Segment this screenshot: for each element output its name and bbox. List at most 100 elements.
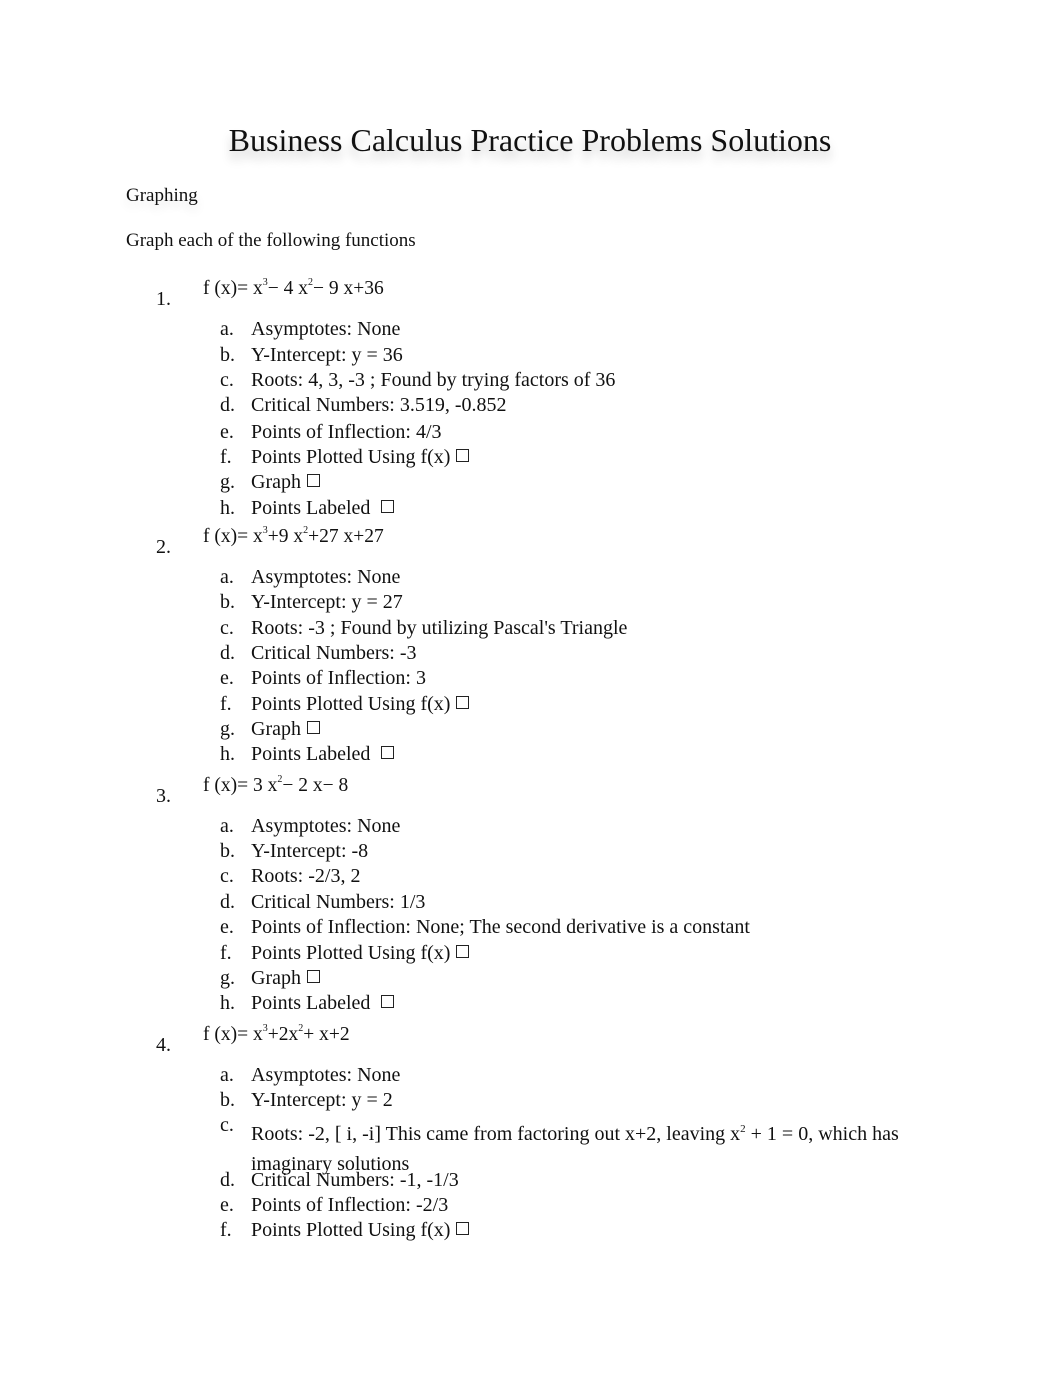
item-text-content: Points Labeled bbox=[251, 992, 376, 1014]
item-text-content: Asymptotes: None bbox=[251, 318, 401, 340]
item-text-content: Y-Intercept: -8 bbox=[251, 840, 369, 862]
item-text: Asymptotes: None bbox=[251, 1064, 400, 1087]
item-text-content: Points Labeled bbox=[251, 743, 376, 765]
item-label: a. bbox=[220, 815, 234, 837]
item-label: h. bbox=[220, 743, 235, 765]
item-text-content: Points Plotted Using f(x) bbox=[251, 446, 451, 468]
checkbox-icon[interactable] bbox=[456, 449, 470, 462]
item-label: c. bbox=[220, 1114, 234, 1136]
item-text: Points Labeled bbox=[251, 743, 395, 766]
item-text-content: Points Labeled bbox=[251, 497, 376, 519]
item-text-content: Asymptotes: None bbox=[251, 1064, 401, 1086]
item-text-content: Points Plotted Using f(x) bbox=[251, 942, 451, 964]
checkbox-icon[interactable] bbox=[381, 500, 395, 513]
formula-part: +2x bbox=[267, 1024, 299, 1045]
item-text-content: Critical Numbers: 1/3 bbox=[251, 891, 426, 913]
item-label: b. bbox=[220, 840, 235, 862]
checkbox-icon[interactable] bbox=[306, 721, 320, 734]
problem-number: 1. bbox=[156, 288, 171, 310]
item-text: Graph bbox=[251, 967, 320, 990]
checkbox-icon[interactable] bbox=[381, 995, 395, 1008]
item-text: Points Plotted Using f(x) bbox=[251, 693, 470, 716]
checkbox-icon[interactable] bbox=[381, 746, 395, 759]
item-text-content: Points of Inflection: -2/3 bbox=[251, 1194, 449, 1216]
item-text: Asymptotes: None bbox=[251, 815, 400, 838]
item-label: h. bbox=[220, 497, 235, 519]
item-label: a. bbox=[220, 1064, 234, 1086]
item-text-content: Points of Inflection: None; The second d… bbox=[251, 916, 750, 938]
item-label: f. bbox=[220, 1219, 232, 1241]
item-label: f. bbox=[220, 942, 232, 964]
item-label: g. bbox=[220, 471, 235, 493]
item-text-content: Asymptotes: None bbox=[251, 815, 401, 837]
item-text-content: Roots: 4, 3, -3 ; Found by trying factor… bbox=[251, 369, 616, 391]
function-formula: f (x)= 3 x2− 2 x− 8 bbox=[203, 774, 348, 797]
function-formula: f (x)= x3+2x2+ x+2 bbox=[203, 1023, 350, 1046]
item-text: Graph bbox=[251, 471, 320, 494]
item-text: Asymptotes: None bbox=[251, 566, 400, 589]
item-label: d. bbox=[220, 394, 235, 416]
function-formula: f (x)= x3+9 x2+27 x+27 bbox=[203, 525, 384, 548]
item-text-content: Graph bbox=[251, 967, 301, 989]
item-text-content: Points Plotted Using f(x) bbox=[251, 1219, 451, 1241]
item-text: Y-Intercept: -8 bbox=[251, 840, 368, 863]
item-text: Points Plotted Using f(x) bbox=[251, 942, 470, 965]
item-label: e. bbox=[220, 667, 234, 689]
checkbox-icon[interactable] bbox=[306, 970, 320, 983]
formula-part: − 9 x+36 bbox=[312, 278, 384, 299]
formula-part: f (x)= x bbox=[203, 1024, 263, 1045]
item-text: Asymptotes: None bbox=[251, 318, 400, 341]
item-text: Points of Inflection: 3 bbox=[251, 667, 426, 690]
item-label: e. bbox=[220, 916, 234, 938]
item-text-part: Roots: -2, [ i, -i] This came from facto… bbox=[251, 1123, 741, 1145]
item-text: Points of Inflection: None; The second d… bbox=[251, 916, 750, 939]
item-text-content: Graph bbox=[251, 718, 301, 740]
item-text: Y-Intercept: y = 36 bbox=[251, 344, 403, 367]
item-label: f. bbox=[220, 693, 232, 715]
item-text: Points Labeled bbox=[251, 992, 395, 1015]
item-text-content: Graph bbox=[251, 471, 301, 493]
checkbox-icon[interactable] bbox=[456, 696, 470, 709]
item-label: c. bbox=[220, 369, 234, 391]
item-text: Y-Intercept: y = 27 bbox=[251, 591, 403, 614]
checkbox-icon[interactable] bbox=[456, 945, 470, 958]
item-text-content: Y-Intercept: y = 36 bbox=[251, 344, 403, 366]
item-text: Graph bbox=[251, 718, 320, 741]
formula-part: f (x)= x bbox=[203, 278, 263, 299]
item-text-content: Asymptotes: None bbox=[251, 566, 401, 588]
item-text: Points of Inflection: -2/3 bbox=[251, 1194, 448, 1217]
item-text: Critical Numbers: 1/3 bbox=[251, 891, 425, 914]
item-text-content: Roots: -2/3, 2 bbox=[251, 865, 361, 887]
formula-part: f (x)= x bbox=[203, 526, 263, 547]
item-label: d. bbox=[220, 891, 235, 913]
formula-part: +27 x+27 bbox=[308, 526, 384, 547]
item-label: g. bbox=[220, 718, 235, 740]
checkbox-icon[interactable] bbox=[306, 474, 320, 487]
formula-part: f (x)= 3 x bbox=[203, 775, 278, 796]
function-formula: f (x)= x3− 4 x2− 9 x+36 bbox=[203, 277, 384, 300]
item-text-content: Points Plotted Using f(x) bbox=[251, 693, 451, 715]
item-text-content: Critical Numbers: 3.519, -0.852 bbox=[251, 394, 507, 416]
item-text-content: Roots: -3 ; Found by utilizing Pascal's … bbox=[251, 617, 628, 639]
item-label: f. bbox=[220, 446, 232, 468]
item-text-content: Points of Inflection: 3 bbox=[251, 667, 426, 689]
item-label: c. bbox=[220, 865, 234, 887]
instructions: Graph each of the following functions bbox=[126, 230, 416, 251]
formula-part: + x+2 bbox=[303, 1024, 350, 1045]
checkbox-icon[interactable] bbox=[456, 1222, 470, 1235]
problem-number: 3. bbox=[156, 785, 171, 807]
formula-part: − 2 x− 8 bbox=[282, 775, 349, 796]
item-label: b. bbox=[220, 344, 235, 366]
item-text: Points Plotted Using f(x) bbox=[251, 446, 470, 469]
item-text: Roots: -2/3, 2 bbox=[251, 865, 360, 888]
item-text: Roots: 4, 3, -3 ; Found by trying factor… bbox=[251, 369, 615, 392]
item-text: Points Labeled bbox=[251, 497, 395, 520]
item-label: g. bbox=[220, 967, 235, 989]
formula-part: +9 x bbox=[267, 526, 304, 547]
item-label: d. bbox=[220, 1169, 235, 1191]
item-text: Points of Inflection: 4/3 bbox=[251, 421, 442, 444]
item-label: a. bbox=[220, 318, 234, 340]
item-label: h. bbox=[220, 992, 235, 1014]
item-text-content: Y-Intercept: y = 27 bbox=[251, 591, 403, 613]
item-text: Roots: -3 ; Found by utilizing Pascal's … bbox=[251, 617, 627, 640]
